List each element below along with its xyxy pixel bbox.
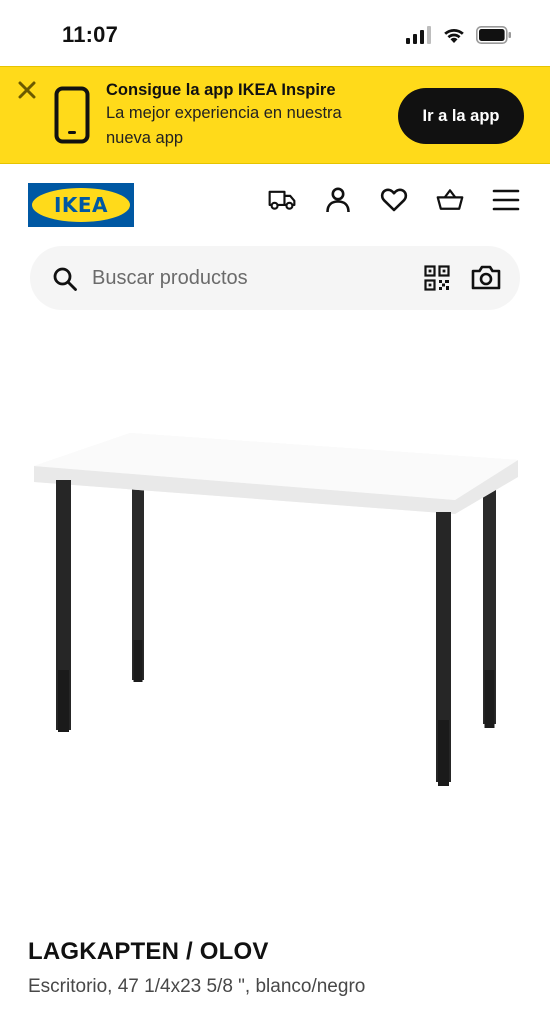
signal-icon: [406, 26, 432, 49]
qr-code-icon[interactable]: [424, 265, 450, 296]
site-header: IKEA: [0, 164, 550, 246]
battery-icon: [476, 26, 512, 49]
search-icon[interactable]: [52, 266, 78, 297]
desk-illustration: [34, 433, 518, 786]
smartphone-icon: [54, 86, 90, 149]
close-icon[interactable]: [16, 79, 38, 101]
app-install-banner: Consigue la app IKEA Inspire La mejor ex…: [0, 66, 550, 164]
wifi-icon: [442, 26, 466, 49]
product-name[interactable]: LAGKAPTEN / OLOV: [28, 938, 269, 966]
status-icons: [406, 26, 512, 49]
delivery-truck-icon[interactable]: [268, 186, 296, 214]
search-bar: [30, 246, 520, 310]
logo-text: IKEA: [53, 193, 109, 217]
basket-icon[interactable]: [436, 186, 464, 214]
logo-oval: IKEA: [32, 188, 130, 222]
heart-icon[interactable]: [380, 186, 408, 214]
go-to-app-button[interactable]: Ir a la app: [398, 88, 524, 144]
banner-text: Consigue la app IKEA Inspire La mejor ex…: [106, 79, 376, 151]
banner-subtitle: La mejor experiencia en nuestra nueva ap…: [106, 104, 342, 147]
camera-icon[interactable]: [471, 264, 501, 295]
banner-title: Consigue la app IKEA Inspire: [106, 81, 336, 99]
product-description: Escritorio, 47 1/4x23 5/8 ", blanco/negr…: [28, 976, 366, 997]
status-bar: 11:07: [0, 0, 550, 66]
search-input[interactable]: [92, 256, 392, 300]
ikea-logo[interactable]: IKEA: [28, 183, 134, 227]
header-nav-icons: [240, 186, 520, 214]
status-time: 11:07: [62, 22, 119, 47]
product-image[interactable]: [0, 400, 550, 820]
menu-icon[interactable]: [492, 186, 520, 214]
user-icon[interactable]: [324, 186, 352, 214]
